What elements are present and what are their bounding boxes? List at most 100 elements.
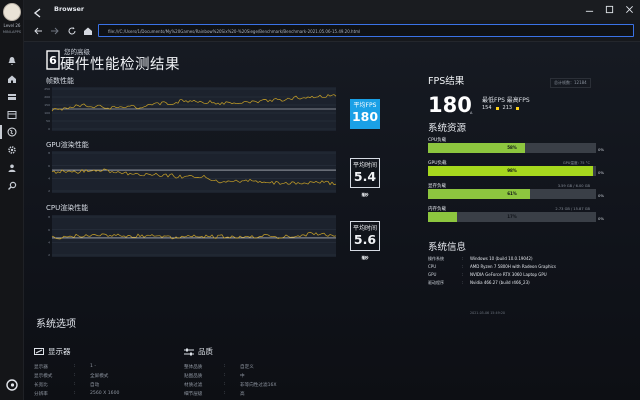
- info-row-os: 操作系统: Windows 10 (build 10.0.19042): [428, 256, 533, 261]
- info-row-driver: 驱动程序: Nvidia 466.27 (build r466_23): [428, 280, 530, 285]
- forward-arrow-icon[interactable]: [49, 25, 61, 37]
- reload-icon[interactable]: [66, 25, 78, 37]
- y-tick-label: 8: [48, 151, 50, 155]
- settings-icon[interactable]: [4, 143, 20, 157]
- fps-min: 154: [482, 105, 492, 111]
- fps-avg-unit: A: [470, 111, 473, 115]
- ubisoft-logo-icon: [6, 376, 18, 391]
- resource-bar: 98%: [428, 166, 596, 176]
- plot-area: [52, 151, 336, 193]
- avatar[interactable]: [3, 3, 21, 21]
- home-icon[interactable]: [4, 72, 20, 86]
- gpu-chart: 8 6 4 2: [36, 150, 352, 196]
- y-tick-label: 4: [48, 241, 50, 245]
- resource-end-pct: 0%: [598, 216, 605, 221]
- gpu-avg-badge: 平均时间 5.4 毫秒: [350, 158, 380, 197]
- y-tick-label: 100: [44, 111, 50, 115]
- y-tick-label: 2: [48, 253, 50, 257]
- cpu-chart-title: CPU渲染性能: [46, 204, 89, 212]
- cpu-avg-label: 平均时间: [352, 225, 377, 232]
- cpu-chart: 8 6 4 2: [36, 214, 352, 260]
- resource-bar-value: 61%: [507, 191, 517, 196]
- back-arrow-icon[interactable]: [32, 25, 44, 37]
- svg-text:6: 6: [49, 54, 57, 67]
- window-title: Browser: [54, 5, 85, 13]
- gpu-avg-value: 5.4: [353, 169, 377, 184]
- monitor-icon: [34, 347, 44, 355]
- display-row: 显示器:1 -: [34, 364, 97, 370]
- title-bar: Browser: [24, 0, 640, 20]
- y-tick-label: 50: [46, 119, 50, 123]
- friends-icon[interactable]: [4, 161, 20, 175]
- y-tick-label: 0: [48, 127, 50, 131]
- profile-sub: MINI-APPS: [2, 30, 22, 34]
- resource-bar: 58%: [428, 143, 596, 153]
- quality-row: 整体品质: 自定义: [184, 364, 254, 370]
- plot-area: [52, 215, 336, 257]
- avg-fps-value: 180: [351, 109, 379, 124]
- max-dot-icon: [516, 106, 520, 110]
- avg-fps-badge: 平均FPS 180: [350, 99, 380, 129]
- resource-end-pct: 0%: [598, 193, 605, 198]
- home-nav-icon[interactable]: [82, 25, 94, 37]
- resource-bar-value: 58%: [507, 145, 517, 150]
- resource-bar-value: 17%: [507, 214, 517, 219]
- minimize-icon[interactable]: [584, 4, 594, 14]
- fps-max: 213: [502, 105, 513, 111]
- profile-label: Level 26: [3, 23, 21, 28]
- y-tick-label: 6: [48, 228, 50, 232]
- close-browser-back-icon[interactable]: [32, 4, 44, 18]
- left-sidebar: Level 26 MINI-APPS: [0, 0, 24, 400]
- display-row: 显示模式: 全屏模式: [34, 373, 109, 379]
- bell-icon[interactable]: [4, 54, 20, 68]
- rainbow-six-logo-icon: 6: [46, 50, 60, 70]
- fps-minmax-values: 154 213: [482, 105, 520, 111]
- resource-bar: 17%: [428, 212, 596, 222]
- y-tick-label: 200: [44, 95, 50, 99]
- cpu-avg-badge: 平均时间 5.6 毫秒: [350, 221, 380, 260]
- quality-row: 细节层级: 高: [184, 391, 245, 397]
- y-tick-label: 250: [44, 87, 50, 91]
- fps-avg-big: 180: [428, 93, 472, 117]
- sliders-icon: [184, 348, 194, 355]
- cpu-avg-value: 5.6: [353, 232, 377, 247]
- info-row-cpu: CPU: AMD Ryzen 7 5800H with Radeon Graphi…: [428, 264, 556, 269]
- min-dot-icon: [495, 106, 499, 110]
- quality-row: 材质过滤: 非等向性过滤16X: [184, 382, 277, 388]
- page-title: 硬件性能检测结果: [60, 57, 180, 73]
- gpu-avg-label: 平均时间: [352, 162, 377, 169]
- resource-detail: 3.59 GB / 6.00 GB: [557, 184, 590, 188]
- fps-result-title: FPS结果: [428, 76, 465, 87]
- gpu-avg-unit: 毫秒: [361, 193, 369, 197]
- benchmark-page: 6 您的高级 硬件性能检测结果 帧数性能 250 200 150 100 50 0 平均F…: [24, 42, 640, 400]
- y-tick-label: 2: [48, 189, 50, 193]
- quality-heading: 品质: [184, 346, 213, 357]
- gpu-chart-title: GPU渲染性能: [46, 141, 89, 149]
- display-heading: 显示器: [34, 346, 71, 357]
- cpu-avg-unit: 毫秒: [361, 256, 369, 260]
- store-icon[interactable]: [4, 90, 20, 104]
- url-bar[interactable]: file:///C:/Users/1/Documents/My%20Games/…: [98, 24, 634, 37]
- resources-title: 系统资源: [428, 123, 467, 134]
- y-tick-label: 150: [44, 103, 50, 107]
- system-options-title: 系统选项: [36, 319, 76, 330]
- sysinfo-title: 系统信息: [428, 242, 467, 253]
- display-row: 分辨率:2560 X 1600: [34, 391, 120, 397]
- search-icon[interactable]: [4, 179, 20, 193]
- close-icon[interactable]: [624, 4, 634, 14]
- maximize-icon[interactable]: [604, 4, 614, 14]
- resource-bar: 61%: [428, 189, 596, 199]
- globe-icon[interactable]: [0, 125, 20, 139]
- resource-detail: 2.73 GB / 15.87 GB: [555, 207, 590, 211]
- benchmark-timestamp: 2021-05-06 15:49:20: [470, 311, 506, 315]
- avg-fps-label: 平均FPS: [353, 102, 377, 109]
- navigation-bar: file:///C:/Users/1/Documents/My%20Games/…: [24, 20, 640, 42]
- resource-end-pct: 0%: [598, 170, 605, 175]
- browser-window: Level 26 MINI-APPS Browser file:///C:/Us…: [0, 0, 640, 400]
- fps-minmax-label: 最低FPS 最高FPS: [482, 97, 530, 104]
- y-tick-label: 6: [48, 164, 50, 168]
- total-frames: 总计帧数：12184: [550, 78, 591, 88]
- y-tick-label: 4: [48, 177, 50, 181]
- library-icon[interactable]: [4, 108, 20, 122]
- info-row-gpu: GPU: NVIDIA GeForce RTX 3060 Laptop GPU: [428, 272, 547, 277]
